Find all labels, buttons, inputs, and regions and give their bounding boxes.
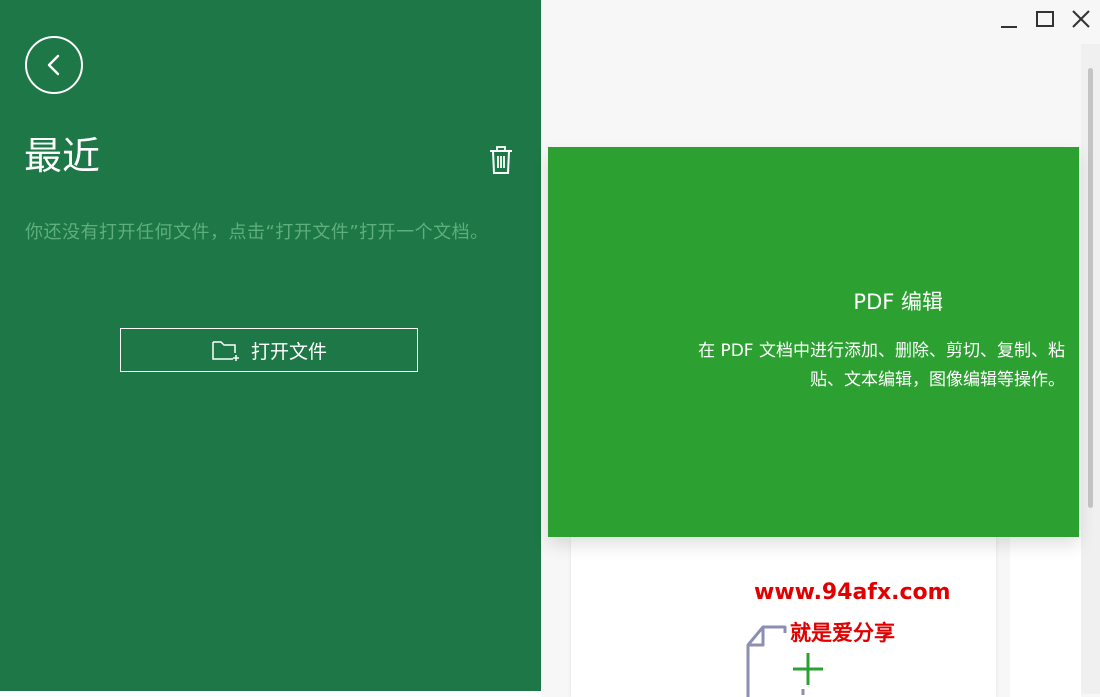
open-file-label: 打开文件 xyxy=(250,340,327,363)
template-card-partial[interactable] xyxy=(1010,530,1081,697)
minimize-button[interactable] xyxy=(996,6,1022,32)
back-arrow-icon xyxy=(47,54,60,76)
maximize-button[interactable] xyxy=(1032,6,1058,32)
watermark-url: www.94afx.com xyxy=(754,580,951,605)
vertical-scrollbar[interactable] xyxy=(1081,44,1100,694)
window-controls xyxy=(996,6,1094,32)
folder-plus-icon xyxy=(212,341,239,361)
close-button[interactable] xyxy=(1068,6,1094,32)
open-file-button[interactable]: 打开文件 xyxy=(120,328,418,372)
maximize-icon xyxy=(1036,11,1054,27)
scrollbar-thumb[interactable] xyxy=(1088,68,1093,508)
feature-description: 在 PDF 文档中进行添加、删除、剪切、复制、粘贴、文本编辑，图像编辑等操作。 xyxy=(698,341,1065,390)
watermark-slogan: 就是爱分享 xyxy=(790,621,895,645)
empty-recent-message: 你还没有打开任何文件，点击“打开文件”打开一个文档。 xyxy=(25,222,489,243)
pdf-edit-feature-card[interactable]: PDF 编辑 在 PDF 文档中进行添加、删除、剪切、复制、粘贴、文本编辑，图像… xyxy=(548,147,1079,537)
recent-title: 最近 xyxy=(24,134,101,178)
clear-recent-button[interactable] xyxy=(488,145,514,175)
feature-title: PDF 编辑 xyxy=(853,290,943,314)
trash-icon xyxy=(490,146,512,174)
close-icon xyxy=(1072,10,1090,28)
minimize-icon xyxy=(1001,26,1017,28)
back-button[interactable] xyxy=(25,36,83,94)
recent-panel: 最近 你还没有打开任何文件，点击“打开文件”打开一个文档。 打开文件 xyxy=(0,0,541,691)
